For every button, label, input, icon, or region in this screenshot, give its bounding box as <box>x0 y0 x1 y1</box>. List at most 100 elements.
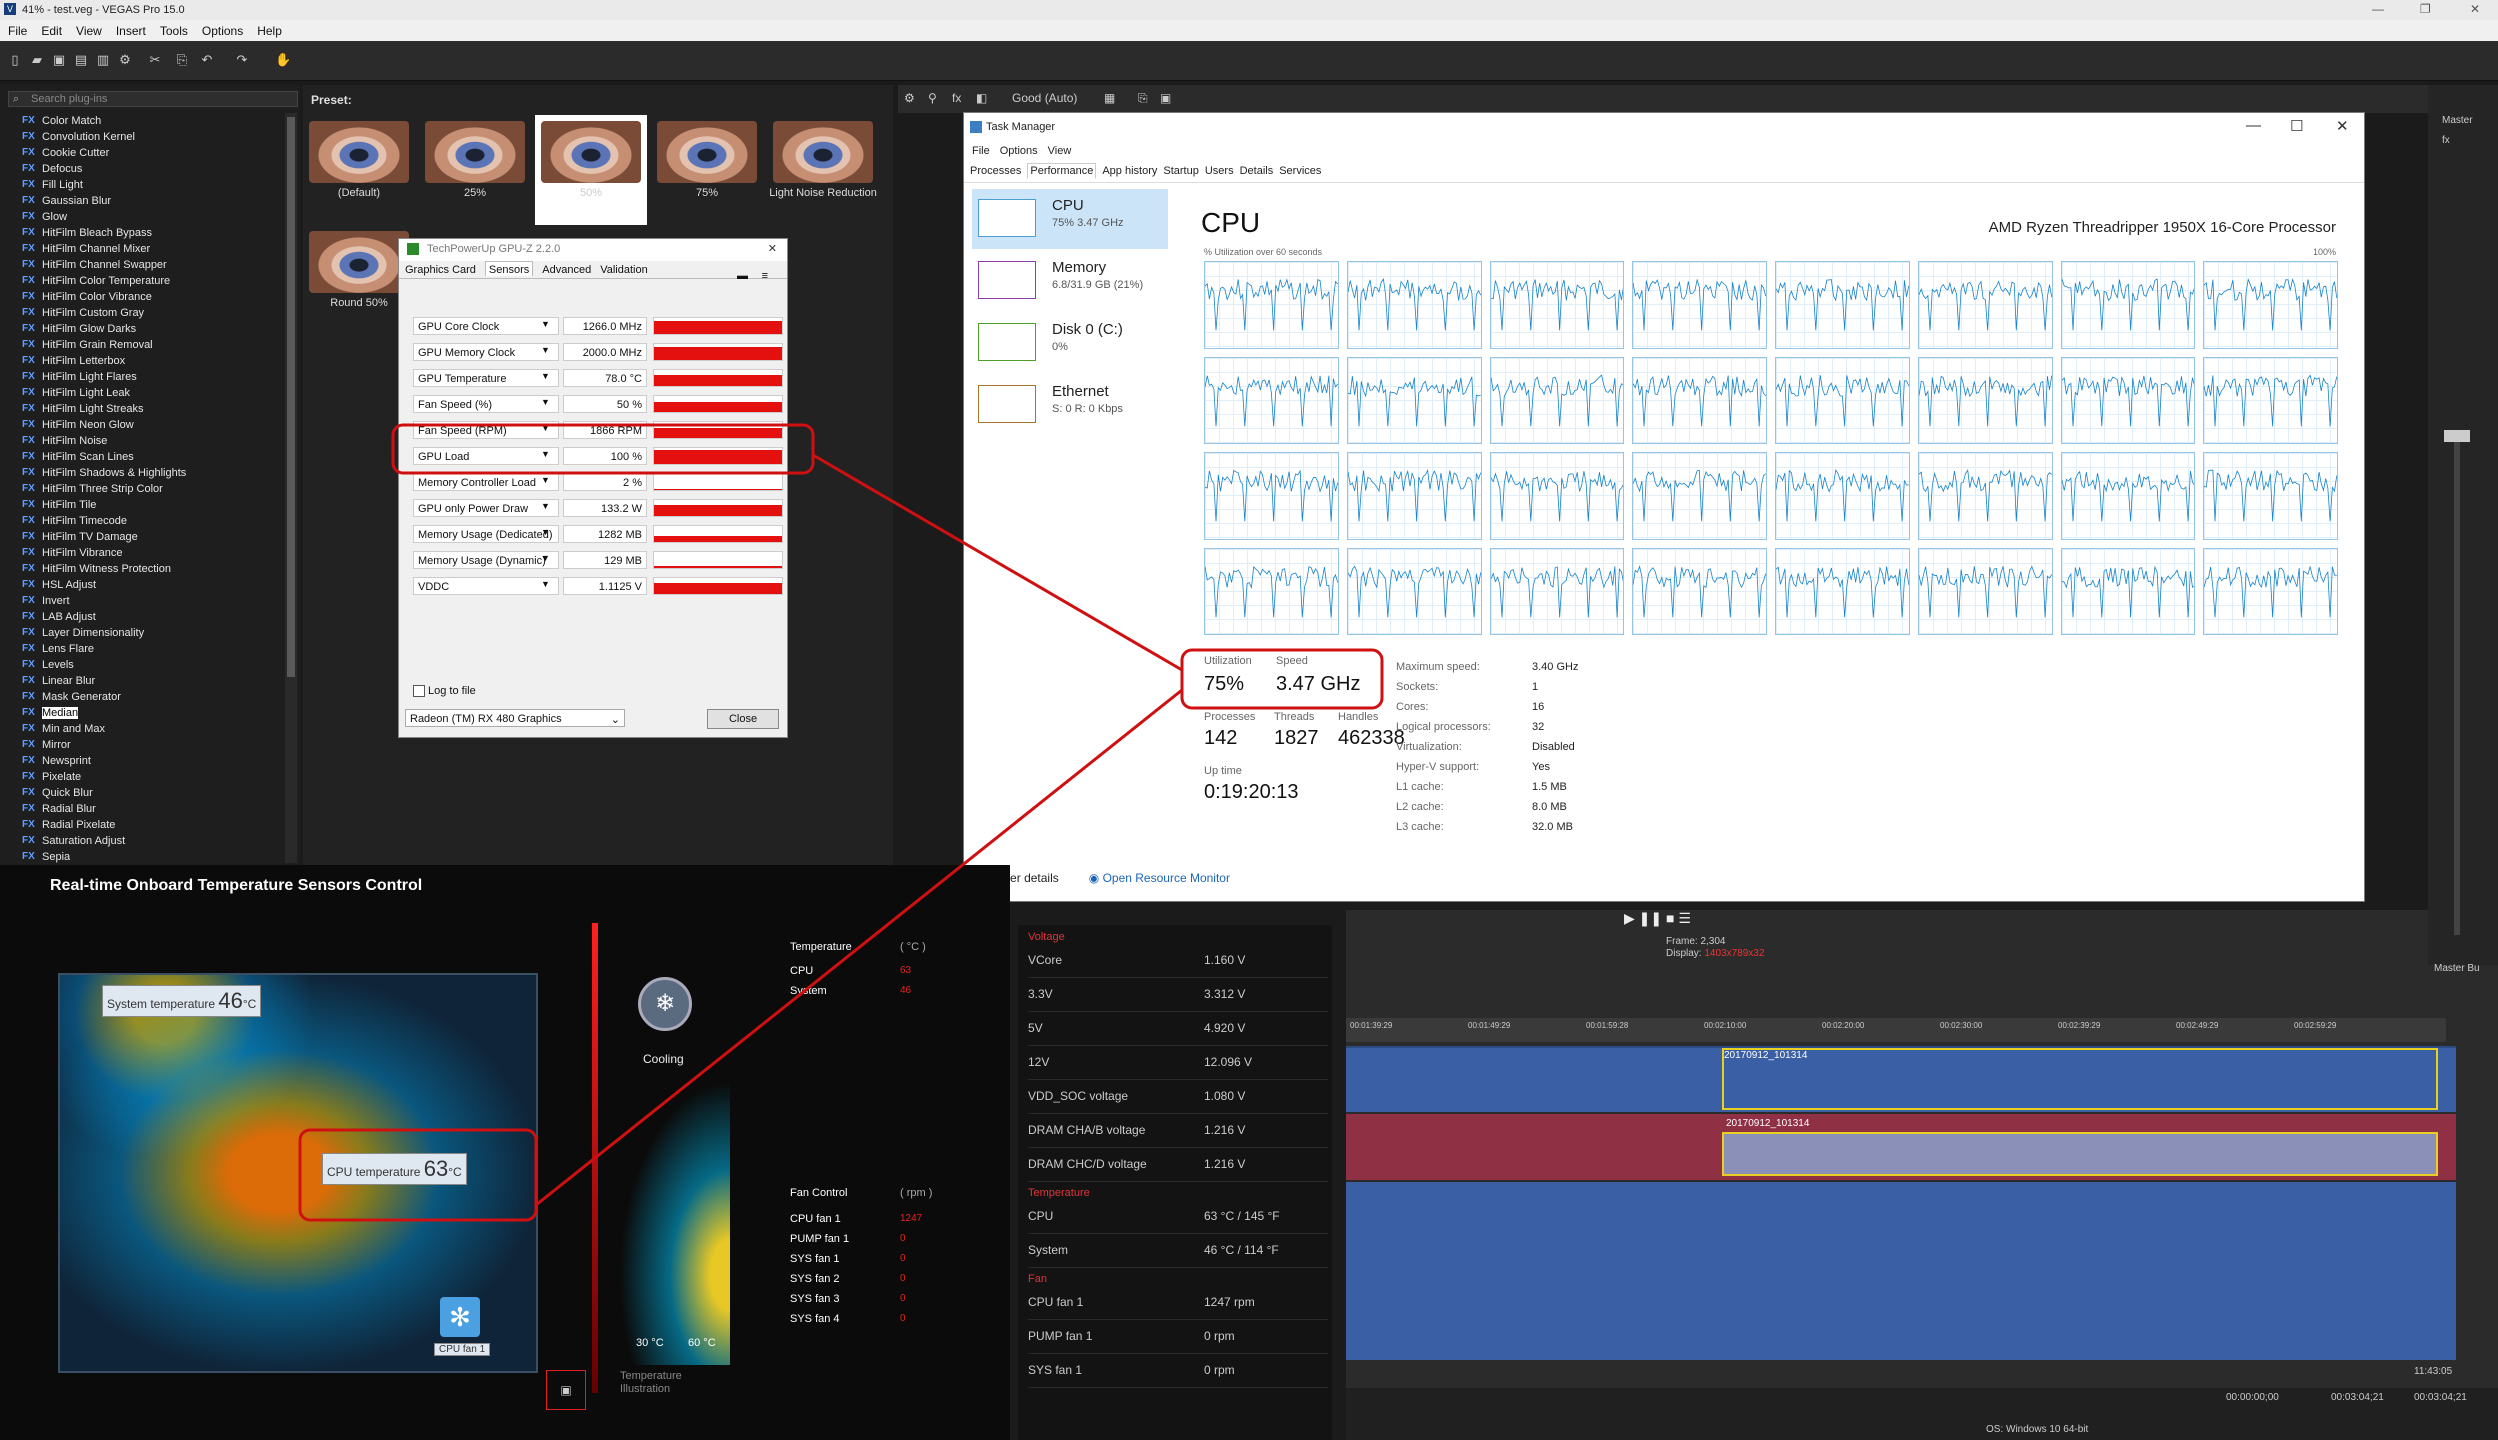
split-screen-icon[interactable]: ◧ <box>976 91 987 105</box>
plugin-item[interactable]: FX HitFilm Glow Darks <box>22 321 282 337</box>
plugin-item[interactable]: FX LAB Adjust <box>22 609 282 625</box>
tab-sensors[interactable]: Sensors <box>484 261 534 276</box>
close-icon[interactable]: ✕ <box>768 242 777 255</box>
plugin-item[interactable]: FX Defocus <box>22 161 282 177</box>
plugin-item[interactable]: FX HitFilm Light Leak <box>22 385 282 401</box>
timeline-ruler[interactable]: 00:01:39:29 00:01:49:29 00:01:59:28 00:02:1… <box>1346 1018 2446 1042</box>
plugin-item[interactable]: FX HSL Adjust <box>22 577 282 593</box>
plugin-search-input[interactable]: ⌕ Search plug-ins <box>8 91 298 107</box>
preset-light-noise-reduction[interactable]: Light Noise Reduction <box>767 115 879 225</box>
plugin-item[interactable]: FX HitFilm Color Vibrance <box>22 289 282 305</box>
plugin-item[interactable]: FX Mirror <box>22 737 282 753</box>
plugin-item[interactable]: FX HitFilm Light Flares <box>22 369 282 385</box>
sensor-name-select[interactable]: GPU Memory Clock <box>413 343 559 361</box>
plugin-item[interactable]: FX HitFilm Noise <box>22 433 282 449</box>
gpuz-close-button[interactable]: Close <box>707 709 779 729</box>
plugin-item[interactable]: FX HitFilm Tile <box>22 497 282 513</box>
plugin-item[interactable]: FX HitFilm Witness Protection <box>22 561 282 577</box>
preview-quality-select[interactable]: Good (Auto) <box>1012 91 1077 105</box>
plugin-item[interactable]: FX HitFilm Vibrance <box>22 545 282 561</box>
plugin-item[interactable]: FX Gaussian Blur <box>22 193 282 209</box>
sensor-name-select[interactable]: GPU only Power Draw <box>413 499 559 517</box>
plugin-item[interactable]: FX HitFilm Color Temperature <box>22 273 282 289</box>
preset-default[interactable]: (Default) <box>303 115 415 225</box>
plugin-item[interactable]: FX Radial Pixelate <box>22 817 282 833</box>
sensor-name-select[interactable]: GPU Load <box>413 447 559 465</box>
tab-startup[interactable]: Startup <box>1163 165 1198 177</box>
link-icon[interactable]: ⚲ <box>928 91 937 105</box>
resource-cpu[interactable]: CPU 75% 3.47 GHz <box>972 189 1168 249</box>
tab-advanced[interactable]: Advanced <box>542 261 591 276</box>
settings-gear-icon[interactable]: ⚙ <box>118 53 132 67</box>
export-icon[interactable]: ▥ <box>96 53 110 67</box>
plugin-item[interactable]: FX Levels <box>22 657 282 673</box>
audio-track[interactable]: 20170912_101314 <box>1346 1114 2456 1180</box>
plugin-item[interactable]: FX HitFilm Shadows & Highlights <box>22 465 282 481</box>
scrollbar-thumb[interactable] <box>287 117 295 677</box>
preset-25[interactable]: 25% <box>419 115 531 225</box>
video-track[interactable]: 20170912_101314 <box>1346 1046 2456 1112</box>
fan-icon[interactable]: ✻ <box>440 1297 480 1337</box>
master-fader-track[interactable] <box>2454 435 2460 935</box>
copy-icon[interactable]: ⎘ <box>175 53 189 67</box>
plugin-item[interactable]: FX Quick Blur <box>22 785 282 801</box>
preset-75[interactable]: 75% <box>651 115 763 225</box>
plugin-item[interactable]: FX Mask Generator <box>22 689 282 705</box>
sensor-name-select[interactable]: Memory Usage (Dedicated) <box>413 525 559 543</box>
redo-icon[interactable]: ↷ <box>235 53 249 67</box>
plugin-item[interactable]: FX HitFilm Grain Removal <box>22 337 282 353</box>
hand-tool-icon[interactable]: ✋ <box>275 53 291 67</box>
plugin-item[interactable]: FX HitFilm Channel Swapper <box>22 257 282 273</box>
plugin-item[interactable]: FX HitFilm Channel Mixer <box>22 241 282 257</box>
resource-memory[interactable]: Memory 6.8/31.9 GB (21%) <box>972 251 1168 311</box>
tab-users[interactable]: Users <box>1205 165 1234 177</box>
tab-services[interactable]: Services <box>1279 165 1321 177</box>
tab-graphics-card[interactable]: Graphics Card <box>405 261 476 276</box>
sensor-name-select[interactable]: VDDC <box>413 577 559 595</box>
sensor-name-select[interactable]: Fan Speed (%) <box>413 395 559 413</box>
new-file-icon[interactable]: ▯ <box>8 53 22 67</box>
menu-help[interactable]: Help <box>257 24 282 38</box>
open-resource-monitor-link[interactable]: ◉ Open Resource Monitor <box>1089 871 1230 885</box>
plugin-item[interactable]: FX Pixelate <box>22 769 282 785</box>
graphics-card-select[interactable]: Radeon (TM) RX 480 Graphics ⌄ <box>405 709 625 727</box>
minimize-icon[interactable]: — <box>2246 117 2261 134</box>
plugin-item[interactable]: FX Invert <box>22 593 282 609</box>
menu-file[interactable]: File <box>8 24 27 38</box>
sensor-name-select[interactable]: GPU Temperature <box>413 369 559 387</box>
pause-icon[interactable]: ❚❚ <box>1639 910 1662 926</box>
menu-file[interactable]: File <box>972 145 990 157</box>
plugin-item[interactable]: FX Radial Blur <box>22 801 282 817</box>
cooling-fan-icon[interactable]: ❄ <box>638 977 692 1031</box>
preset-50[interactable]: 50% <box>535 115 647 225</box>
plugin-item[interactable]: FX Min and Max <box>22 721 282 737</box>
plugin-item[interactable]: FX HitFilm Bleach Bypass <box>22 225 282 241</box>
maximize-icon[interactable]: ❐ <box>2420 2 2431 16</box>
plugin-item[interactable]: FX HitFilm Custom Gray <box>22 305 282 321</box>
empty-track-area[interactable] <box>1346 1182 2456 1360</box>
undo-icon[interactable]: ↶ <box>200 53 214 67</box>
audio-clip[interactable] <box>1722 1132 2438 1176</box>
plugin-item[interactable]: FX HitFilm Timecode <box>22 513 282 529</box>
play-icon[interactable]: ▶ <box>1624 910 1635 926</box>
plugin-item[interactable]: FX Cookie Cutter <box>22 145 282 161</box>
close-icon[interactable]: ✕ <box>2336 117 2349 135</box>
copy-snapshot-icon[interactable]: ⎘ <box>1138 91 1148 106</box>
sensor-name-select[interactable]: Memory Controller Load <box>413 473 559 491</box>
minimize-icon[interactable]: — <box>2372 2 2384 16</box>
menu-insert[interactable]: Insert <box>116 24 146 38</box>
settings-gear-icon[interactable]: ⚙ <box>904 91 915 105</box>
plugin-item[interactable]: FX HitFilm TV Damage <box>22 529 282 545</box>
sensor-name-select[interactable]: Memory Usage (Dynamic) <box>413 551 559 569</box>
stop-icon[interactable]: ■ <box>1666 910 1674 926</box>
maximize-icon[interactable]: ☐ <box>2290 117 2303 135</box>
menu-options[interactable]: Options <box>1000 145 1038 157</box>
plugin-item[interactable]: FX Glow <box>22 209 282 225</box>
plugin-item[interactable]: FX Saturation Adjust <box>22 833 282 849</box>
screenshot-icon[interactable]: ▣ <box>546 1370 586 1410</box>
menu-icon[interactable]: ≡ <box>762 267 768 282</box>
sensor-name-select[interactable]: GPU Core Clock <box>413 317 559 335</box>
plugin-list-scrollbar[interactable] <box>285 113 297 863</box>
plugin-item[interactable]: FX Convolution Kernel <box>22 129 282 145</box>
plugin-item[interactable]: FX Lens Flare <box>22 641 282 657</box>
